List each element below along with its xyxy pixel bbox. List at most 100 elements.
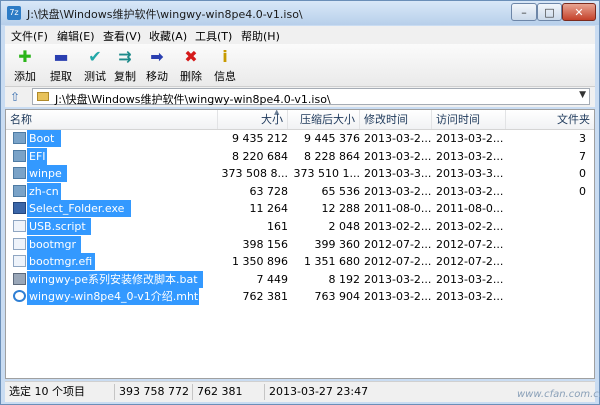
status-item-size: 762 381 (193, 384, 265, 400)
move-arrow-icon: ➡ (150, 47, 164, 66)
toolbar-label: 添加 (14, 70, 36, 83)
window-title: J:\快盘\Windows维护软件\wingwy-win8pe4.0-v1.is… (27, 8, 303, 21)
archive-window: 7z J:\快盘\Windows维护软件\wingwy-win8pe4.0-v1… (0, 0, 600, 405)
file-size: 161 (267, 220, 288, 233)
chevron-down-icon[interactable]: ▼ (579, 90, 586, 100)
table-row[interactable]: Select_Folder.exe 11 264 12 288 2011-08-0..… (6, 200, 594, 218)
delete-button[interactable]: ✖ 删除 (175, 47, 207, 85)
list-header: ▲ 名称 大小 压缩后大小 修改时间 访问时间 文件夹 (6, 110, 594, 130)
toolbar-label: 移动 (146, 70, 168, 83)
watermark: www.cfan.com.cn (517, 389, 600, 400)
file-packed-size: 12 288 (321, 202, 361, 216)
extract-button[interactable]: ▬ 提取 (45, 47, 77, 85)
address-field[interactable]: J:\快盘\Windows维护软件\wingwy-win8pe4.0-v1.is… (32, 88, 590, 106)
file-name: bootmgr (29, 237, 76, 251)
table-row[interactable]: Boot 9 435 212 9 445 376 2013-03-2... 2013-0… (6, 130, 594, 147)
copy-button[interactable]: ⇉ 复制 (109, 47, 141, 85)
file-folders (506, 200, 586, 217)
file-name: Select_Folder.exe (29, 202, 125, 216)
file-folders (506, 236, 586, 253)
bat-icon (13, 272, 26, 285)
menu-edit[interactable]: 编辑(E) (57, 28, 95, 44)
file-folders (506, 271, 586, 288)
status-bar: 选定 10 个项目 393 758 772 762 381 2013-03-27… (5, 381, 595, 402)
file-name: zh-cn (29, 184, 59, 198)
file-packed-size: 9 445 376 (304, 132, 360, 145)
file-accessed: 2011-08-0... (436, 202, 504, 216)
table-row[interactable]: wingwy-win8pe4_0-v1介绍.mht 762 381 763 904 2… (6, 288, 594, 306)
table-row[interactable]: bootmgr 398 156 399 360 2012-07-2... 2012-07… (6, 235, 594, 253)
file-icon (13, 255, 26, 268)
test-button[interactable]: ✔ 测试 (79, 47, 111, 85)
file-modified: 2013-03-2... (364, 149, 432, 163)
file-accessed: 2013-03-2... (436, 149, 504, 163)
file-size: 373 508 8... (221, 167, 288, 181)
table-row[interactable]: zh-cn 63 728 65 536 2013-03-2... 2013-03-2..… (6, 182, 594, 200)
menu-view[interactable]: 查看(V) (103, 28, 141, 44)
folder-icon (37, 92, 49, 101)
close-button[interactable]: ✕ (562, 3, 596, 21)
file-packed-size: 1 351 680 (304, 255, 360, 269)
column-name[interactable]: 名称 (6, 110, 218, 129)
app-icon: 7z (7, 6, 21, 20)
file-packed-size: 8 192 (328, 272, 361, 286)
file-modified: 2012-07-2... (364, 255, 432, 269)
folder-icon (13, 167, 26, 180)
table-row[interactable]: bootmgr.efi 1 350 896 1 351 680 2012-07-2..… (6, 253, 594, 271)
maximize-button[interactable]: □ (537, 3, 562, 21)
table-row[interactable]: USB.script 161 2 048 2013-02-2... 2013-02-2.… (6, 218, 594, 235)
menu-favorites[interactable]: 收藏(A) (149, 28, 187, 44)
info-button[interactable]: i 信息 (209, 47, 241, 85)
file-folders: 3 (579, 132, 586, 145)
move-button[interactable]: ➡ 移动 (141, 47, 173, 85)
minimize-button[interactable]: – (511, 3, 537, 21)
column-folders[interactable]: 文件夹 (506, 110, 594, 129)
folder-icon (13, 149, 26, 162)
toolbar: ✚ 添加 ▬ 提取 ✔ 测试 ⇉ 复制 ➡ 移动 ✖ 删除 i 信息 (5, 44, 595, 87)
column-packed-size[interactable]: 压缩后大小 (288, 110, 360, 129)
toolbar-label: 复制 (114, 70, 136, 83)
file-modified: 2013-03-2... (364, 184, 432, 198)
toolbar-label: 测试 (84, 70, 106, 83)
file-accessed: 2012-07-2... (436, 255, 504, 269)
file-size: 11 264 (249, 202, 289, 216)
add-button[interactable]: ✚ 添加 (9, 47, 41, 85)
file-packed-size: 2 048 (328, 220, 361, 233)
exe-icon (13, 202, 26, 215)
file-accessed: 2013-03-2... (436, 290, 504, 304)
minus-icon: ▬ (53, 47, 69, 66)
table-row[interactable]: winpe 373 508 8... 373 510 1... 2013-03-3..… (6, 165, 594, 183)
table-row[interactable]: EFI 8 220 684 8 228 864 2013-03-2... 2013-03… (6, 147, 594, 165)
address-bar: ⇧ J:\快盘\Windows维护软件\wingwy-win8pe4.0-v1.… (5, 87, 595, 107)
copy-arrows-icon: ⇉ (118, 47, 132, 66)
file-accessed: 2013-03-2... (436, 272, 504, 286)
mht-icon (13, 290, 26, 303)
menu-tools[interactable]: 工具(T) (195, 28, 232, 44)
menu-help[interactable]: 帮助(H) (241, 28, 280, 44)
column-size[interactable]: 大小 (218, 110, 288, 129)
menu-file[interactable]: 文件(F) (11, 28, 48, 44)
file-size: 8 220 684 (232, 149, 288, 163)
file-name: wingwy-pe系列安装修改脚本.bat (29, 272, 198, 286)
file-modified: 2013-03-2... (364, 290, 432, 304)
file-name: winpe (29, 167, 62, 181)
file-modified: 2013-03-2... (364, 132, 432, 145)
table-row[interactable]: wingwy-pe系列安装修改脚本.bat 7 449 8 192 2013-03-2… (6, 270, 594, 288)
column-accessed[interactable]: 访问时间 (432, 110, 506, 129)
delete-x-icon: ✖ (184, 47, 198, 66)
file-packed-size: 399 360 (314, 237, 361, 251)
file-size: 63 728 (249, 184, 289, 198)
folder-icon (13, 184, 26, 197)
title-bar[interactable]: 7z J:\快盘\Windows维护软件\wingwy-win8pe4.0-v1… (1, 1, 599, 25)
file-folders (506, 218, 586, 235)
file-accessed: 2013-02-2... (436, 220, 504, 233)
column-modified[interactable]: 修改时间 (360, 110, 432, 129)
address-path: J:\快盘\Windows维护软件\wingwy-win8pe4.0-v1.is… (55, 93, 331, 106)
file-list[interactable]: ▲ 名称 大小 压缩后大小 修改时间 访问时间 文件夹 Boot 9 435 21… (5, 109, 595, 379)
file-modified: 2013-03-3... (364, 167, 432, 181)
file-accessed: 2013-03-2... (436, 184, 504, 198)
file-icon (13, 237, 26, 250)
up-folder-icon[interactable]: ⇧ (10, 90, 20, 104)
check-icon: ✔ (88, 47, 102, 66)
file-packed-size: 373 510 1... (293, 167, 360, 181)
